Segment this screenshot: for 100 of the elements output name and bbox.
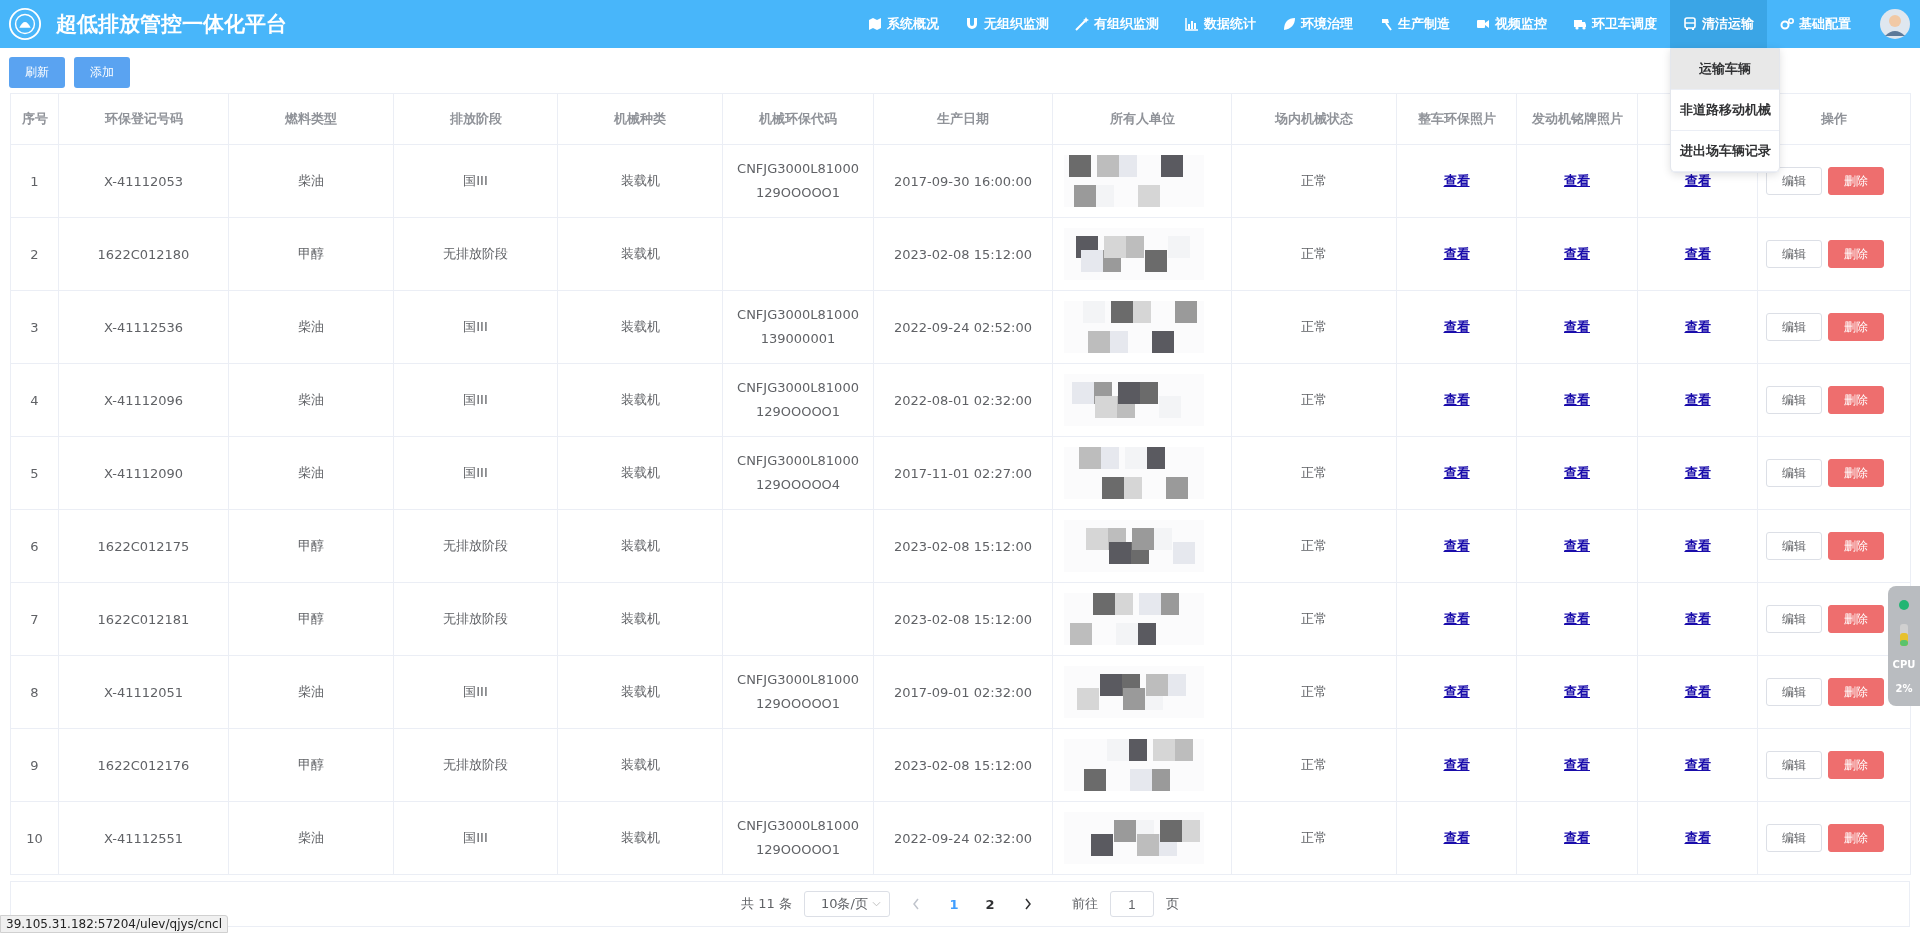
page-input[interactable]: 1	[1109, 891, 1154, 917]
video-icon	[1476, 17, 1490, 31]
view-link[interactable]: 查看	[1564, 173, 1590, 188]
view-link[interactable]: 查看	[1443, 684, 1470, 699]
view-link[interactable]: 查看	[1564, 465, 1590, 480]
next-page-icon[interactable]	[1023, 898, 1032, 910]
table-cell: 国III	[463, 392, 488, 407]
menu-item[interactable]: 运输车辆	[1671, 49, 1779, 90]
view-link[interactable]: 查看	[1684, 611, 1711, 626]
view-link[interactable]: 查看	[1564, 684, 1590, 699]
table-cell: 1622C012180	[97, 246, 190, 262]
table-cell: 装载机	[620, 611, 660, 626]
table-cell: 甲醇	[298, 757, 324, 772]
view-link[interactable]: 查看	[1564, 246, 1590, 261]
view-link[interactable]: 查看	[1564, 538, 1590, 553]
view-link[interactable]: 查看	[1684, 538, 1711, 553]
table-cell: 2017-11-01 02:27:00	[893, 465, 1033, 481]
view-link[interactable]: 查看	[1564, 611, 1590, 626]
edit-button[interactable]: 编辑	[1766, 240, 1822, 268]
page-size-select[interactable]: 10条/页	[803, 891, 890, 917]
table-cell: X-41112551	[103, 830, 184, 846]
table-cell: 1622C012176	[97, 757, 190, 773]
view-link[interactable]: 查看	[1564, 319, 1590, 334]
edit-button[interactable]: 编辑	[1766, 313, 1822, 341]
table-cell: X-41112053	[103, 173, 184, 189]
truck-icon	[1573, 17, 1587, 31]
view-link[interactable]: 查看	[1684, 319, 1711, 334]
view-link[interactable]: 查看	[1684, 757, 1711, 772]
view-link[interactable]: 查看	[1684, 392, 1711, 407]
table-cell: 柴油	[298, 830, 324, 845]
view-link[interactable]: 查看	[1684, 684, 1711, 699]
table-cell: 3	[30, 319, 39, 335]
edit-button[interactable]: 编辑	[1766, 605, 1822, 633]
table-cell: 甲醇	[298, 246, 324, 261]
cpu-label: CPU	[1892, 658, 1916, 670]
view-link[interactable]: 查看	[1443, 465, 1470, 480]
table-cell-text: CNFJG3000L81000 129OOOOO1	[737, 160, 859, 202]
edit-button[interactable]: 编辑	[1766, 532, 1822, 560]
table-cell: 国III	[463, 173, 488, 188]
table-cell: 国III	[463, 465, 488, 480]
table-cell: 柴油	[298, 319, 324, 334]
view-link[interactable]: 查看	[1684, 830, 1711, 845]
page-unit: 页	[1165, 895, 1179, 913]
gears-icon	[1780, 17, 1794, 31]
table-cell: 6	[30, 538, 39, 554]
emblem-icon	[8, 7, 42, 41]
table-cell: 2022-09-24 02:32:00	[893, 830, 1033, 846]
view-link[interactable]: 查看	[1684, 465, 1711, 480]
column-header: 排放阶段	[449, 111, 502, 126]
edit-button[interactable]: 编辑	[1766, 824, 1822, 852]
edit-button[interactable]: 编辑	[1766, 167, 1822, 195]
wand-icon	[1075, 17, 1089, 31]
table-cell: 7	[30, 611, 39, 627]
leaf-icon	[1282, 17, 1296, 31]
view-link[interactable]: 查看	[1564, 757, 1590, 772]
table-cell: 正常	[1301, 246, 1327, 261]
edit-button[interactable]: 编辑	[1766, 386, 1822, 414]
table-cell: X-41112536	[103, 319, 184, 335]
edit-button[interactable]: 编辑	[1766, 459, 1822, 487]
table-cell: 2017-09-30 16:00:00	[893, 173, 1033, 189]
table-cell: 正常	[1301, 319, 1327, 334]
table-cell: 正常	[1301, 611, 1327, 626]
view-link[interactable]: 查看	[1443, 246, 1470, 261]
view-link[interactable]: 查看	[1684, 246, 1711, 261]
page-number[interactable]: 2	[977, 896, 1002, 912]
view-link[interactable]: 查看	[1564, 392, 1590, 407]
view-link[interactable]: 查看	[1443, 538, 1470, 553]
column-header: 序号	[21, 111, 48, 126]
menu-item[interactable]: 非道路移动机械	[1671, 90, 1779, 131]
edit-button[interactable]: 编辑	[1766, 751, 1822, 779]
table-cell: 正常	[1301, 757, 1327, 772]
view-link[interactable]: 查看	[1443, 392, 1470, 407]
cpu-reading: 2%	[1895, 682, 1913, 694]
avatar-icon[interactable]	[1880, 9, 1910, 39]
menu-item[interactable]: 进出场车辆记录	[1671, 131, 1779, 172]
column-header: 生产日期	[937, 111, 989, 126]
table-cell: X-41112090	[103, 465, 184, 481]
total-count: 共 11 条	[741, 895, 792, 913]
status-url: 39.105.31.182:57204/ulev/qjys/cncl	[0, 915, 228, 933]
table-cell: 柴油	[298, 173, 324, 188]
view-link[interactable]: 查看	[1684, 173, 1711, 188]
edit-button[interactable]: 编辑	[1766, 678, 1822, 706]
column-header: 场内机械状态	[1275, 111, 1353, 126]
view-link[interactable]: 查看	[1443, 611, 1470, 626]
table-cell: 柴油	[298, 465, 324, 480]
table-cell: 柴油	[298, 392, 324, 407]
view-link[interactable]: 查看	[1443, 173, 1470, 188]
table-cell: 装载机	[620, 538, 660, 553]
view-link[interactable]: 查看	[1443, 757, 1470, 772]
table-cell: X-41112051	[103, 684, 184, 700]
table-cell: 2022-08-01 02:32:00	[893, 392, 1033, 408]
table-cell: 1622C012181	[97, 611, 190, 627]
view-link[interactable]: 查看	[1564, 830, 1590, 845]
view-link[interactable]: 查看	[1443, 319, 1470, 334]
table-cell: 1622C012175	[97, 538, 190, 554]
table-cell: 国III	[463, 830, 488, 845]
table-cell: 装载机	[620, 319, 660, 334]
table-cell: 无排放阶段	[443, 757, 508, 772]
view-link[interactable]: 查看	[1443, 830, 1470, 845]
table-cell-text: CNFJG3000L81000 129OOOOO1	[737, 379, 859, 421]
